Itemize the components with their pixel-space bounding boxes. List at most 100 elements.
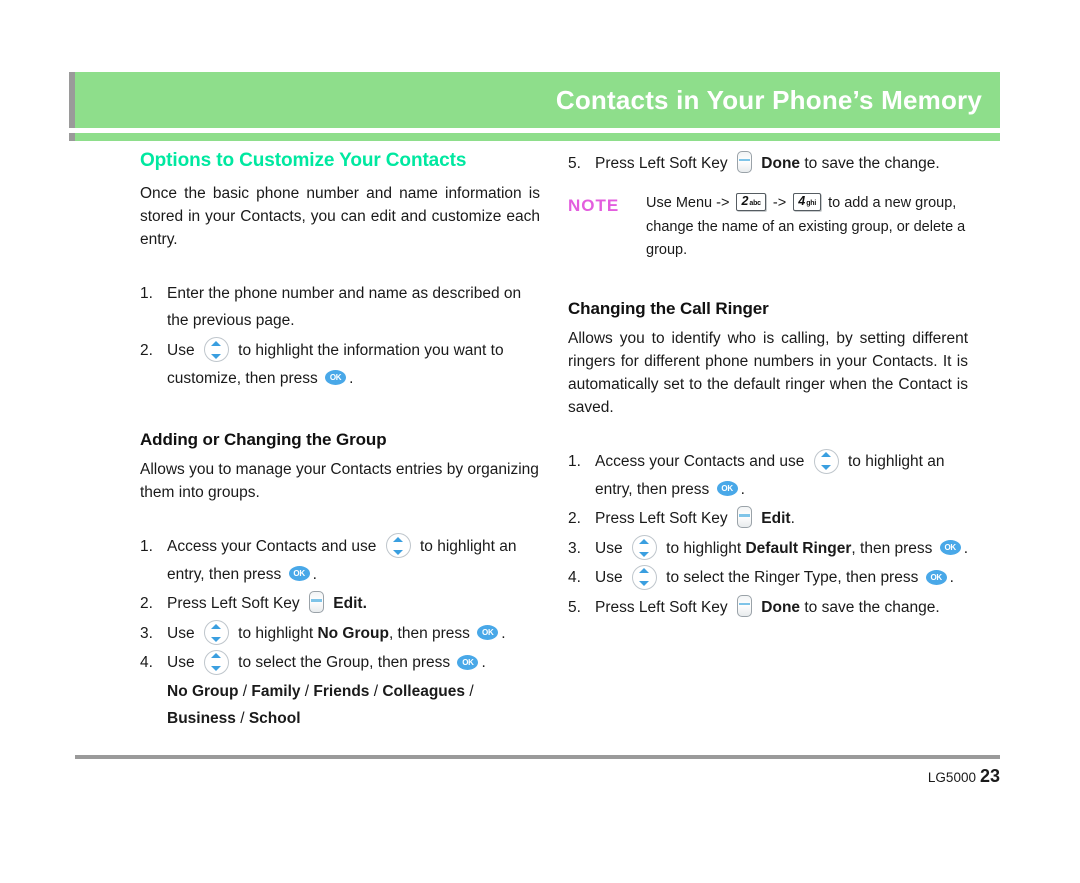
nav-down-arrow-icon <box>211 636 222 642</box>
soft-key-icon <box>736 150 752 173</box>
ok-icon: OK <box>457 654 479 670</box>
soft-key-icon <box>308 591 324 614</box>
group-option: School <box>248 710 301 728</box>
soft-key-icon <box>736 506 752 529</box>
instruction-step: 3. Use to highlight Default Ringer, then … <box>568 535 968 563</box>
text-run: to highlight <box>233 624 318 642</box>
text-run: Access your Contacts and use <box>167 538 381 555</box>
text-run: . <box>790 510 795 528</box>
instruction-step: 1. Access your Contacts and use to highli… <box>568 448 968 503</box>
ok-icon: OK <box>288 565 310 581</box>
nav-up-arrow-icon <box>639 568 650 574</box>
footer-page-number: 23 <box>979 766 1000 786</box>
step-number: 1. <box>140 538 153 555</box>
header-bar: Contacts in Your Phone’s Memory <box>69 72 1000 128</box>
nav-updown-icon <box>203 620 229 646</box>
text-run: Press Left Soft Key <box>595 510 732 528</box>
section-heading-options: Options to Customize Your Contacts <box>140 150 467 171</box>
step-number: 2. <box>140 341 153 359</box>
call-ringer-steps-list: 1. Access your Contacts and use to highli… <box>568 448 968 621</box>
emphasised-text: Edit <box>756 510 791 528</box>
nav-down-arrow-icon <box>211 666 222 672</box>
emphasised-text: No Group <box>317 624 389 642</box>
text-run: Use <box>167 624 199 642</box>
text-run: Press Left Soft Key <box>167 595 304 613</box>
nav-down-arrow-icon <box>211 353 222 359</box>
group-option-separator: / <box>300 682 314 700</box>
group-option: Friends <box>313 682 370 700</box>
footer-model-name: LG5000 <box>927 770 976 785</box>
continued-step-list: 5. Press Left Soft Key Done to save the c… <box>568 150 968 178</box>
right-column: 5. Press Left Soft Key Done to save the c… <box>568 150 968 624</box>
nav-updown-icon <box>813 448 839 474</box>
footer: LG5000 23 <box>928 766 1000 787</box>
text-run: Use <box>167 654 199 672</box>
nav-updown-icon <box>385 533 411 559</box>
instruction-step: 2. Press Left Soft Key Edit. <box>568 505 968 533</box>
options-steps-list: 1. Enter the phone number and name as des… <box>140 280 540 392</box>
step-number: 2. <box>568 510 581 528</box>
group-option: Business <box>167 710 236 728</box>
text-run: . <box>312 565 317 583</box>
page-title: Contacts in Your Phone’s Memory <box>555 84 982 115</box>
left-column: Options to Customize Your Contacts Once … <box>140 150 540 732</box>
text-run: . <box>481 654 486 672</box>
nav-updown-icon <box>203 337 229 363</box>
text-run: . <box>740 480 745 498</box>
instruction-step: 1. Enter the phone number and name as des… <box>140 280 540 335</box>
nav-up-arrow-icon <box>639 538 650 544</box>
text-run: Use Menu -> <box>646 194 734 211</box>
header-accent-bar <box>69 133 1000 141</box>
nav-down-arrow-icon <box>821 465 832 470</box>
manual-page: Contacts in Your Phone’s Memory Options … <box>0 0 1080 883</box>
text-run: to select the Group, then press <box>233 654 455 672</box>
page-header: Contacts in Your Phone’s Memory <box>69 72 1000 141</box>
section-heading-call-ringer: Changing the Call Ringer <box>568 299 769 319</box>
keypad-key-letters: abc <box>749 200 761 207</box>
text-run: to save the change. <box>800 155 940 172</box>
options-intro-paragraph: Once the basic phone number and name inf… <box>140 185 540 248</box>
adding-group-steps-list: 1. Access your Contacts and use to highli… <box>140 533 540 677</box>
instruction-step: 1. Access your Contacts and use to highli… <box>140 533 540 588</box>
nav-up-arrow-icon <box>211 340 222 346</box>
keypad-key-number: 4 <box>798 194 806 208</box>
group-option-separator: / <box>465 682 474 700</box>
note-label: NOTE <box>568 195 620 215</box>
keypad-key-number: 2 <box>741 194 749 208</box>
adding-group-intro-paragraph: Allows you to manage your Contacts entri… <box>140 461 539 502</box>
text-run: Press Left Soft Key <box>595 155 732 172</box>
group-option-separator: / <box>369 682 383 700</box>
nav-up-arrow-icon <box>211 623 222 629</box>
group-option: Colleagues <box>382 682 466 700</box>
step-number: 2. <box>140 595 153 613</box>
step-number: 3. <box>568 539 581 557</box>
ok-icon: OK <box>325 369 347 385</box>
group-options-list: No Group / Family / Friends / Colleagues… <box>140 678 540 732</box>
nav-up-arrow-icon <box>211 653 222 659</box>
text-run: Press Left Soft Key <box>595 598 732 616</box>
ok-icon: OK <box>939 540 961 556</box>
footer-divider <box>75 755 1000 759</box>
emphasised-text: Done <box>756 155 801 172</box>
text-run: , then press <box>388 624 475 642</box>
nav-down-arrow-icon <box>639 551 650 557</box>
text-run: Use <box>167 341 199 359</box>
text-run: to save the change. <box>800 598 940 616</box>
step-number: 4. <box>140 654 153 672</box>
nav-updown-icon <box>631 564 657 590</box>
instruction-step: 3. Use to highlight No Group, then press … <box>140 620 540 648</box>
text-run: Use <box>595 539 627 557</box>
nav-down-arrow-icon <box>639 581 650 587</box>
ok-icon: OK <box>925 569 947 585</box>
emphasised-text: Edit. <box>328 595 367 613</box>
group-option-separator: / <box>238 682 252 700</box>
text-run: . <box>501 624 506 642</box>
text-run: . <box>349 369 354 387</box>
keypad-key-2-icon: 2abc <box>736 193 766 211</box>
step-number: 1. <box>568 453 581 471</box>
note-block: NOTE Use Menu -> 2abc -> 4ghi to add a n… <box>568 192 968 264</box>
instruction-step: 5. Press Left Soft Key Done to save the c… <box>568 594 968 622</box>
